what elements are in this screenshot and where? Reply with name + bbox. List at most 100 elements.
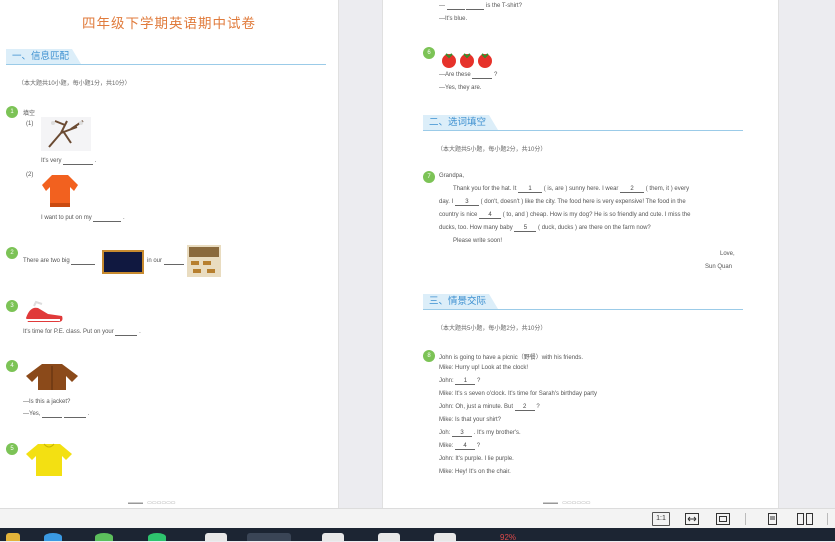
taskbar-app-icon[interactable] [378,533,400,541]
answer-blank[interactable]: 1 [455,378,476,385]
answer-blank[interactable]: 1 [518,186,543,193]
tomatoes-image [442,53,492,68]
letter-closing: Love, [720,251,735,257]
section-2-label: 二、选词填空 [423,115,499,130]
blank-field[interactable] [446,3,465,10]
question-3-text: It's time for P.E. class. Put on your . [23,329,141,336]
text: ( duck, ducks ) are there on the farm no… [538,225,651,231]
document-viewport[interactable]: 四年级下学期英语期中试卷 一、信息匹配 （本大题共10小题，每小题1分，共10分… [0,0,835,508]
text: day. I [439,199,454,205]
text: Joh: [439,430,451,436]
fit-page-icon[interactable] [715,512,731,526]
text: ducks, too. How many baby [439,225,513,231]
dialog-line-7: Mike: 4 ? [439,443,480,450]
letter-line-1: Thank you for the hat. It 1 ( is, are ) … [453,186,689,193]
text: . [94,158,97,164]
text: ? [476,443,481,449]
page-footer: ▬▬▬ ▭▭▭▭▭▭ [128,500,176,506]
section-1-note: （本大题共10小题，每小题1分，共10分） [18,81,131,87]
text: is the T-shirt? [486,3,522,9]
taskbar-active-app[interactable] [247,533,291,541]
jacket-image [26,364,78,390]
page-footer: ▬▬▬ ▭▭▭▭▭▭ [543,500,591,506]
question-1-sub-2-text: I want to put on my . [41,215,125,222]
blank-field[interactable] [472,72,493,79]
blank-field[interactable] [42,411,63,418]
dialog-line-6: Joh: 3 . It's my brother's. [439,430,521,437]
taskbar-app-icon[interactable] [148,533,166,541]
question-badge: 5 [6,443,18,455]
blank-field[interactable] [63,158,94,165]
classroom-image [187,245,221,277]
text: It's time for P.E. class. Put on your [23,329,114,335]
section-divider [423,309,743,310]
fit-width-icon[interactable] [684,512,700,526]
blank-field[interactable] [115,329,138,336]
two-page-icon[interactable] [796,512,814,526]
question-6-line-2: —Yes, they are. [439,85,482,91]
question-badge: 6 [423,47,435,59]
carryover-line-1: — is the T-shirt? [439,3,522,10]
text: ? [536,404,540,410]
blank-field[interactable] [163,258,184,265]
section-3-note: （本大题共5小题，每小题2分，共10分） [437,326,547,332]
page-right: — is the T-shirt? —It's blue. 6 —Are the… [382,0,779,508]
dialog-line-9: Mike: Hey! It's on the chair. [439,469,511,475]
text: I want to put on my [41,215,92,221]
text: There are two big [23,258,70,264]
answer-blank[interactable]: 2 [514,404,535,411]
dialog-intro: John is going to have a picnic（野餐）with h… [439,355,584,361]
question-1-sub-1-text: It's very . [41,158,97,165]
answer-blank[interactable]: 2 [620,186,645,193]
taskbar-app-icon[interactable] [434,533,456,541]
text: in our [147,258,163,264]
dialog-line-2: John: 1 ? [439,378,480,385]
toolbar-divider [745,513,746,525]
browser-icon[interactable] [44,533,62,541]
section-1-heading: 一、信息匹配 [6,49,326,65]
answer-blank[interactable]: 4 [455,443,476,450]
blackboard-image [102,250,144,274]
question-badge: 7 [423,171,435,183]
answer-blank[interactable]: 3 [452,430,473,437]
taskbar-app-icon[interactable] [95,533,113,541]
blank-field[interactable] [71,258,96,265]
taskbar-app-icon[interactable] [6,533,20,541]
text: Thank you for the hat. It [453,186,517,192]
text: — [439,3,445,9]
sneakers-image [26,300,63,322]
sub-label: (2) [26,172,34,178]
carryover-line-2: —It's blue. [439,16,468,22]
dialog-line-4: John: Oh, just a minute. But 2 ? [439,404,540,411]
text: ( to, and ) cheap. How is my dog? He is … [502,212,691,218]
sweater-image [42,175,78,207]
text: John: Oh, just a minute. But [439,404,514,410]
single-page-icon[interactable] [765,512,779,526]
taskbar-app-icon[interactable] [322,533,344,541]
answer-blank[interactable]: 3 [454,199,479,206]
text: John: [439,378,454,384]
question-2-text-b: in our [147,258,184,265]
taskbar-app-icon[interactable] [205,533,227,541]
text: —Yes, [23,411,41,417]
page-left: 四年级下学期英语期中试卷 一、信息匹配 （本大题共10小题，每小题1分，共10分… [0,0,339,508]
question-1-heading: 填空 [23,111,36,117]
section-divider [423,130,743,131]
actual-size-button[interactable]: 1:1 [652,512,670,526]
text: country is nice [439,212,478,218]
letter-line-2: day. I 3 ( don't, doesn't ) like the cit… [439,199,686,206]
section-1-label: 一、信息匹配 [6,49,82,64]
blank-field[interactable] [466,3,485,10]
text: . [87,411,90,417]
document-title: 四年级下学期英语期中试卷 [82,16,256,31]
text: . It's my brother's. [473,430,521,436]
question-badge: 8 [423,350,435,362]
blank-field[interactable] [93,215,122,222]
blank-field[interactable] [63,411,86,418]
question-2-text: There are two big [23,258,96,265]
dialog-line-5: Mike: Is that your shirt? [439,417,502,423]
answer-blank[interactable]: 4 [479,212,502,219]
answer-blank[interactable]: 5 [514,225,537,232]
letter-line-4: ducks, too. How many baby 5 ( duck, duck… [439,225,651,232]
text: ? [477,378,481,384]
